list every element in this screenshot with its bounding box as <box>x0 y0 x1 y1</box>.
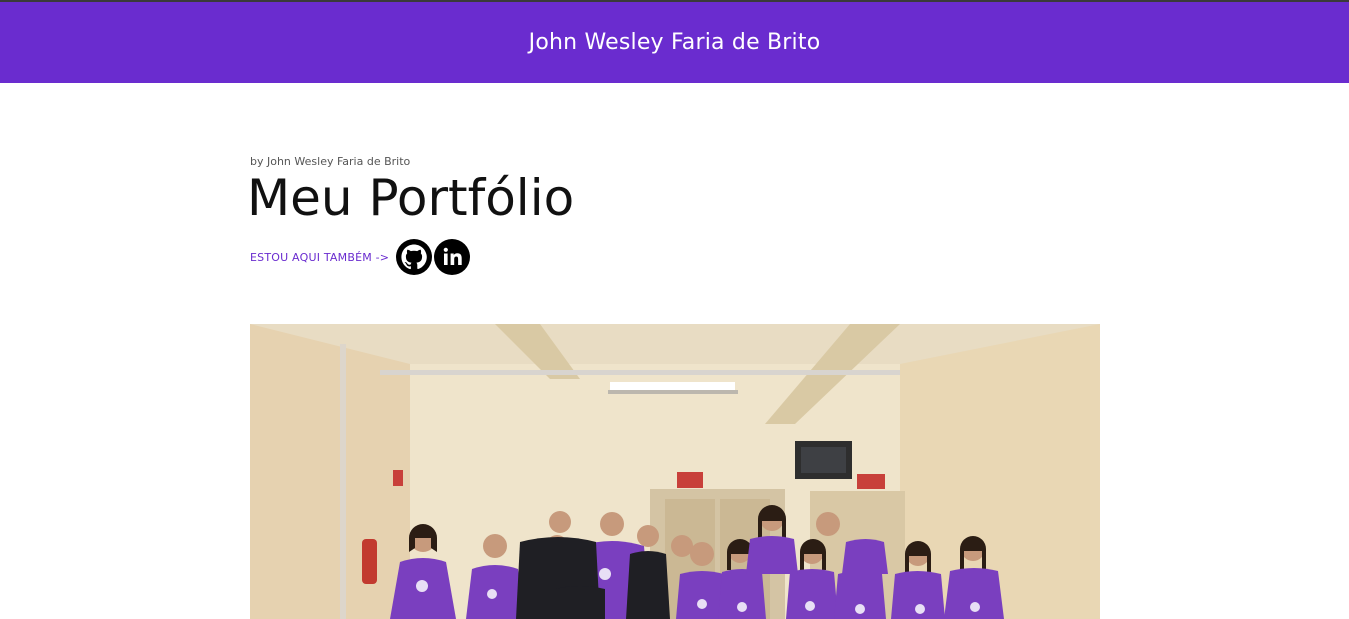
site-title[interactable]: John Wesley Faria de Brito <box>529 30 821 55</box>
group-photo-image <box>250 324 1100 619</box>
site-header: John Wesley Faria de Brito <box>0 2 1349 83</box>
github-link[interactable] <box>396 239 433 275</box>
social-links: ESTOU AQUI TAMBÉM -> <box>250 238 472 276</box>
byline: by John Wesley Faria de Brito <box>250 155 411 168</box>
social-label: ESTOU AQUI TAMBÉM -> <box>250 250 390 264</box>
github-icon <box>396 239 433 275</box>
group-photo <box>250 324 1100 619</box>
linkedin-icon <box>434 239 471 275</box>
linkedin-link[interactable] <box>434 239 471 275</box>
page-title: Meu Portfólio <box>247 169 575 227</box>
